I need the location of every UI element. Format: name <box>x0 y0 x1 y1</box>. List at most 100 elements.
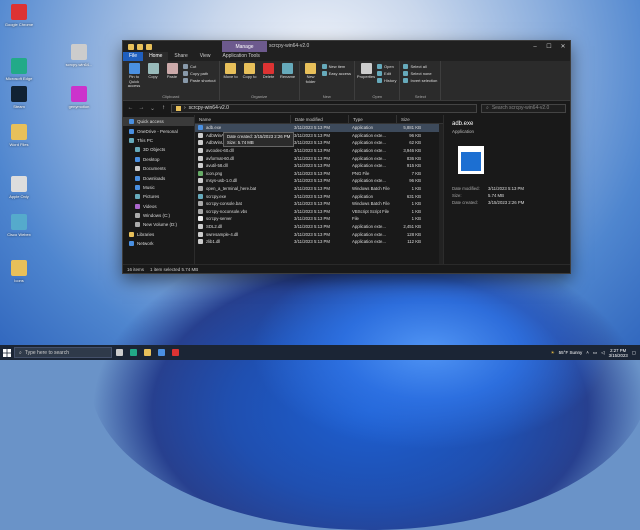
column-size[interactable]: Size <box>397 115 427 124</box>
invert-selection-button[interactable]: Invert selection <box>403 78 437 83</box>
file-explorer-window[interactable]: Manage scrcpy-win64-v2.0 – ☐ ✕ File Home… <box>122 40 571 274</box>
manage-tab[interactable]: Manage <box>222 41 267 52</box>
nav-item-libraries[interactable]: Libraries <box>123 230 194 239</box>
open-button[interactable]: Open <box>377 64 396 69</box>
table-row[interactable]: msys-usb-1.0.dll 3/11/2023 5:13 PM Applica… <box>195 177 443 185</box>
table-row[interactable]: zlib1.dll 3/11/2023 5:13 PM Application ex… <box>195 238 443 246</box>
desktop-icon-8[interactable]: Icons <box>2 260 36 283</box>
copy-button[interactable]: Copy <box>145 63 161 92</box>
copy-to-button[interactable]: Copy to <box>242 63 258 92</box>
forward-arrow-icon[interactable]: → <box>138 105 145 111</box>
weather-icon[interactable]: ☀ <box>551 350 555 356</box>
column-name[interactable]: Name <box>195 114 291 124</box>
table-row[interactable]: scrcpy-console.bat 3/11/2023 5:13 PM Windo… <box>195 200 443 208</box>
weather-text[interactable]: 55°F Sunny <box>559 350 583 355</box>
task-view-taskbar-button[interactable] <box>112 345 126 360</box>
desktop-icon-1[interactable]: scrcpy-win64... <box>62 44 96 67</box>
address-bar[interactable]: › scrcpy-win64-v2.0 <box>171 103 477 113</box>
notifications-icon[interactable]: ▢ <box>632 350 636 356</box>
desktop-icon-7[interactable]: Cisco Webex <box>2 214 36 237</box>
table-row[interactable]: adb.exe 3/11/2023 5:13 PM Application 5,881… <box>195 124 443 132</box>
table-row[interactable]: open_a_terminal_here.bat 3/11/2023 5:13 P… <box>195 185 443 193</box>
paste-shortcut-button[interactable]: Paste shortcut <box>183 78 216 83</box>
new-folder-icon[interactable] <box>146 43 152 50</box>
properties-button[interactable]: Properties <box>357 63 375 92</box>
taskbar-search[interactable]: ⌕ Type here to search <box>14 347 112 358</box>
table-row[interactable]: avcodec-60.dll 3/11/2023 5:13 PM Applicati… <box>195 147 443 155</box>
tab-home[interactable]: Home <box>143 52 169 61</box>
nav-item-quick-access[interactable]: Quick access <box>123 117 194 127</box>
select-all-button[interactable]: Select all <box>403 64 437 69</box>
easy-access-button[interactable]: Easy access <box>321 71 351 76</box>
nav-item-3d-objects[interactable]: 3D Objects <box>123 145 194 154</box>
select-none-button[interactable]: Select none <box>403 71 437 76</box>
desktop-icon-6[interactable]: Apple Only <box>2 176 36 199</box>
nav-item-pictures[interactable]: Pictures <box>123 192 194 201</box>
up-arrow-icon[interactable]: ↑ <box>160 105 167 111</box>
nav-item-music[interactable]: Music <box>123 183 194 192</box>
desktop-icon-4[interactable]: genymotion <box>62 86 96 109</box>
close-icon[interactable]: ✕ <box>556 41 570 52</box>
minimize-icon[interactable]: – <box>528 41 542 52</box>
file-list-scrollbar[interactable] <box>439 124 443 266</box>
tab-share[interactable]: Share <box>168 52 193 61</box>
ribbon-group-label: Organize <box>250 94 268 99</box>
file-explorer-taskbar-button[interactable] <box>140 345 154 360</box>
table-row[interactable]: icon.png 3/11/2023 5:13 PM PNG File 7 KB <box>195 170 443 178</box>
nav-item-this-pc[interactable]: This PC <box>123 136 194 145</box>
clock[interactable]: 2:27 PM 3/15/2023 <box>609 348 628 358</box>
tab-application-tools[interactable]: Application Tools <box>217 52 266 61</box>
nav-item-onedrive-personal[interactable]: OneDrive - Personal <box>123 126 194 135</box>
table-row[interactable]: avutil-58.dll 3/11/2023 5:13 PM Applicatio… <box>195 162 443 170</box>
table-row[interactable]: swresample-4.dll 3/11/2023 5:13 PM Applica… <box>195 230 443 238</box>
tab-view[interactable]: View <box>194 52 217 61</box>
desktop-icon-3[interactable]: Steam <box>2 86 36 109</box>
chrome-taskbar-button[interactable] <box>168 345 182 360</box>
back-arrow-icon[interactable]: ← <box>127 105 134 111</box>
nav-item-network[interactable]: Network <box>123 239 194 248</box>
nav-item-downloads[interactable]: Downloads <box>123 173 194 182</box>
edit-button[interactable]: Edit <box>377 71 396 76</box>
desktop-icon-0[interactable]: Google Chrome <box>2 4 36 27</box>
nav-item-windows-c[interactable]: Windows (C:) <box>123 211 194 220</box>
column-type[interactable]: Type <box>349 114 397 124</box>
desktop-icon-2[interactable]: Microsoft Edge <box>2 58 36 81</box>
move-to-button[interactable]: Move to <box>223 63 239 92</box>
table-row[interactable]: scrcpy-noconsole.vbs 3/11/2023 5:13 PM VBS… <box>195 208 443 216</box>
store-taskbar-button[interactable] <box>154 345 168 360</box>
table-row[interactable]: SDL2.dll 3/11/2023 5:13 PM Application ext… <box>195 223 443 231</box>
pin-button[interactable]: Pin to Quick access <box>126 63 142 92</box>
copy-path-button[interactable]: Copy path <box>183 71 216 76</box>
new-item-button[interactable]: New item <box>321 64 351 69</box>
title-bar[interactable]: Manage scrcpy-win64-v2.0 – ☐ ✕ <box>123 41 570 52</box>
table-row[interactable]: scrcpy-server 3/11/2023 5:13 PM File 1 KB <box>195 215 443 223</box>
nav-item-videos[interactable]: Videos <box>123 202 194 211</box>
column-date-modified[interactable]: Date modified <box>291 114 349 124</box>
search-box[interactable]: ⌕ Search scrcpy-win64-v2.0 <box>481 103 566 113</box>
nav-item-documents[interactable]: Documents <box>123 164 194 173</box>
start-button[interactable] <box>0 345 14 360</box>
breadcrumb-current[interactable]: scrcpy-win64-v2.0 <box>189 105 229 111</box>
recent-chevron-icon[interactable]: ⌄ <box>149 105 156 112</box>
volume-icon[interactable]: ◁ <box>601 350 604 356</box>
history-button[interactable]: History <box>377 78 396 83</box>
network-icon[interactable]: ▭ <box>593 350 597 356</box>
delete-button[interactable]: Delete <box>261 63 277 92</box>
table-row[interactable]: avformat-60.dll 3/11/2023 5:13 PM Applicat… <box>195 154 443 162</box>
cut-button[interactable]: Cut <box>183 64 216 69</box>
desktop-icon-5[interactable]: Word Files <box>2 124 36 147</box>
folder-icon[interactable] <box>128 43 134 50</box>
nav-item-new-volume-d[interactable]: New Volume (D:) <box>123 220 194 229</box>
properties-icon[interactable] <box>137 43 143 50</box>
nav-item-desktop[interactable]: Desktop <box>123 155 194 164</box>
edge-taskbar-button[interactable] <box>126 345 140 360</box>
new-folder-button[interactable]: New folder <box>303 63 319 92</box>
tab-file[interactable]: File <box>123 52 144 61</box>
maximize-icon[interactable]: ☐ <box>542 41 556 52</box>
table-row[interactable]: scrcpy.exe 3/11/2023 5:13 PM Application 63… <box>195 192 443 200</box>
rename-button[interactable]: Rename <box>280 63 296 92</box>
tray-chevron-icon[interactable]: ˄ <box>586 350 589 355</box>
paste-button[interactable]: Paste <box>164 63 180 92</box>
file-type: Application exte... <box>352 163 386 169</box>
file-date: 3/11/2023 5:13 PM <box>294 170 330 176</box>
